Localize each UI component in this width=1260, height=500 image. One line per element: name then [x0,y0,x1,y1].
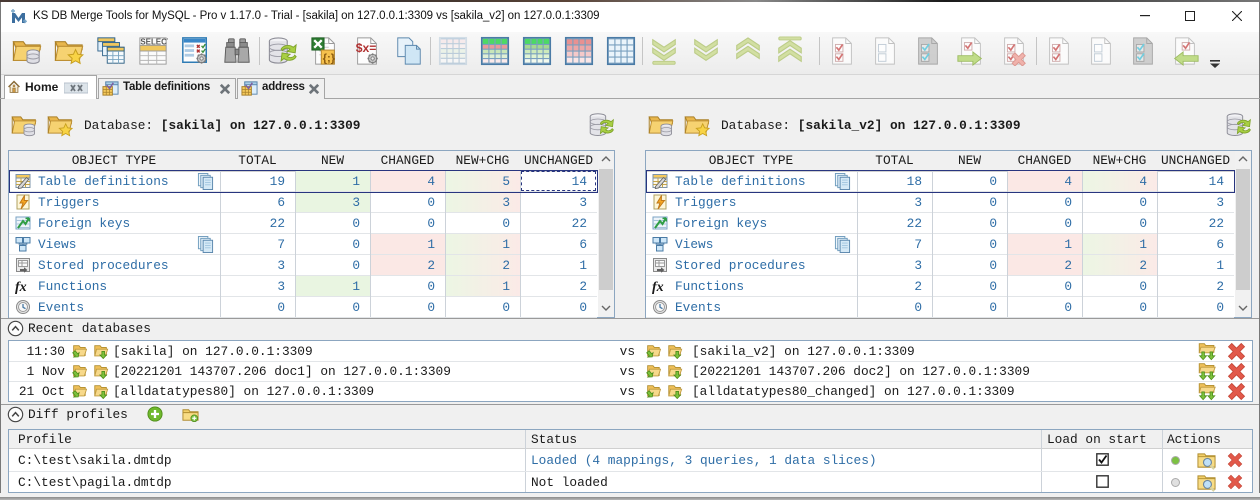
svg-text:SELECT: SELECT [140,37,168,46]
svg-text:{;}: {;} [323,52,336,64]
svg-text:fx: fx [15,280,27,294]
svg-text:$x=: $x= [356,41,377,55]
svg-text:fx: fx [652,280,664,294]
